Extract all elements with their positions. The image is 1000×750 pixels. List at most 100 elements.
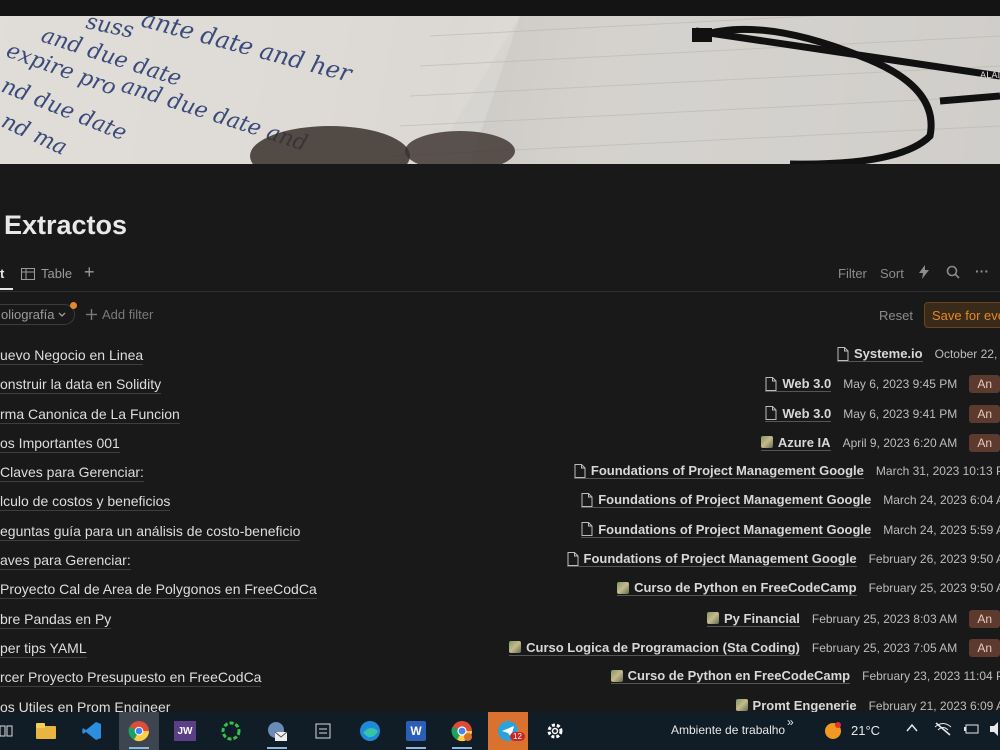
entry-title[interactable]: os Importantes 001 (0, 435, 120, 453)
plus-icon (86, 309, 97, 320)
source-relation-link[interactable]: Foundations of Project Management Google (573, 463, 864, 480)
created-date: February 26, 2023 9:50 AM (868, 552, 1000, 567)
page-icon (581, 492, 593, 507)
task-view-icon[interactable] (0, 712, 26, 750)
filter-button[interactable]: Filter (838, 266, 867, 281)
chrome-profile-icon[interactable] (442, 712, 482, 750)
list-item[interactable]: eguntas guía para un análisis de costo-b… (0, 518, 1000, 547)
entry-properties: Azure IA April 9, 2023 6:20 AM An (760, 433, 1000, 452)
chevron-up-icon[interactable] (906, 722, 918, 736)
battery-icon[interactable] (964, 723, 980, 738)
entry-title[interactable]: Claves para Gerenciar: (0, 464, 144, 483)
source-relation-link[interactable]: Py Financial (707, 611, 800, 627)
list-item[interactable]: onstruir la data en Solidity Web 3.0 May 6… (0, 371, 1000, 400)
source-label: Curso Logica de Programacion (Sta Coding… (526, 639, 800, 655)
telegram-icon[interactable]: 12 (488, 712, 528, 750)
jw-app-icon[interactable]: JW (165, 712, 205, 750)
list-item[interactable]: bre Pandas en Py Py Financial February 25,… (0, 606, 1000, 635)
entry-title[interactable]: uevo Negocio en Linea (0, 347, 144, 365)
sort-button[interactable]: Sort (880, 266, 904, 281)
entry-title[interactable]: onstruir la data en Solidity (0, 376, 162, 395)
vscode-icon[interactable] (72, 712, 112, 750)
entry-title[interactable]: Proyecto Cal de Area de Polygonos en Fre… (0, 581, 317, 600)
source-relation-link[interactable]: Web 3.0 (765, 376, 832, 393)
entry-title[interactable]: rma Canonica de La Funcion (0, 406, 180, 424)
chevron-down-icon (59, 312, 66, 317)
source-relation-link[interactable]: Curso de Python en FreeCodeCamp (617, 580, 857, 597)
reset-button[interactable]: Reset (879, 308, 913, 323)
entry-properties: Curso Logica de Programacion (Sta Coding… (509, 638, 1000, 657)
weather-icon[interactable] (823, 721, 843, 744)
tab-table[interactable]: Table (21, 266, 72, 281)
more-options-button[interactable]: ··· (975, 263, 989, 279)
created-date: March 24, 2023 6:04 AM (883, 493, 1000, 508)
desktop-label[interactable]: Ambiente de trabalho (671, 723, 785, 737)
status-tag: An (969, 404, 1000, 423)
page-icon (765, 376, 777, 391)
source-label: Web 3.0 (782, 405, 832, 421)
chevron-icon[interactable]: » (787, 715, 794, 729)
spinner-app-icon[interactable] (211, 712, 251, 750)
cover-image: suss ante date and her and due date expi… (0, 16, 1000, 164)
list-item[interactable]: Claves para Gerenciar: Foundations of Pro… (0, 459, 1000, 488)
source-relation-link[interactable]: Foundations of Project Management Google (581, 522, 872, 538)
source-relation-link[interactable]: Foundations of Project Management Google (581, 492, 872, 509)
created-date: March 24, 2023 5:59 AM (883, 522, 1000, 537)
list-item[interactable]: uevo Negocio en Linea Systeme.io October 2… (0, 342, 1000, 371)
page-icon (765, 406, 777, 421)
file-explorer-icon[interactable] (26, 712, 66, 750)
weather-temp[interactable]: 21°C (851, 723, 880, 738)
list-item[interactable]: per tips YAML Curso Logica de Programacio… (0, 635, 1000, 664)
list-item[interactable]: rcer Proyecto Presupuesto en FreeCodCa Cu… (0, 664, 1000, 693)
source-label: Curso de Python en FreeCodeCamp (634, 580, 857, 596)
network-off-icon[interactable] (934, 722, 952, 739)
source-relation-link[interactable]: Azure IA (760, 434, 831, 451)
page-icon (574, 463, 586, 478)
source-relation-link[interactable]: Foundations of Project Management Google (566, 551, 857, 568)
source-relation-link[interactable]: Curso Logica de Programacion (Sta Coding… (509, 640, 800, 656)
notepad-icon[interactable] (303, 712, 343, 750)
entry-title[interactable]: bre Pandas en Py (0, 611, 112, 629)
entry-title[interactable]: lculo de costos y beneficios (0, 493, 171, 512)
save-view-button[interactable]: Save for eve (924, 302, 1000, 328)
created-date: February 25, 2023 8:03 AM (811, 611, 958, 626)
search-icon[interactable] (946, 265, 960, 279)
status-tag: An (969, 375, 1000, 394)
add-filter-button[interactable]: Add filter (86, 307, 153, 322)
source-relation-link[interactable]: Systeme.io (836, 346, 923, 362)
page-image-icon (707, 612, 719, 625)
add-filter-label: Add filter (102, 307, 154, 322)
created-date: May 6, 2023 9:41 PM (843, 406, 958, 421)
list-item[interactable]: aves para Gerenciar: Foundations of Proje… (0, 547, 1000, 576)
edge-icon[interactable] (350, 712, 390, 750)
page-icon (581, 522, 593, 537)
add-view-button[interactable]: + (84, 262, 95, 283)
source-label: Foundations of Project Management Google (583, 551, 857, 567)
source-label: Curso de Python en FreeCodeCamp (627, 668, 851, 684)
filter-chip[interactable]: oliografía (0, 302, 78, 325)
tab-list-label: t (0, 266, 5, 281)
entry-properties: Curso de Python en FreeCodeCamp February … (617, 580, 1000, 597)
filter-chip-label: oliografía (1, 307, 55, 322)
entry-title[interactable]: rcer Proyecto Presupuesto en FreeCodCa (0, 669, 262, 688)
top-strip (0, 0, 1000, 16)
page-image-icon (617, 581, 630, 594)
list-item[interactable]: os Importantes 001 Azure IA April 9, 2023 … (0, 430, 1000, 459)
mail-app-icon[interactable] (257, 712, 297, 750)
source-relation-link[interactable]: Curso de Python en FreeCodeCamp (610, 668, 851, 685)
source-label: Azure IA (777, 434, 831, 450)
tab-table-label: Table (41, 266, 73, 281)
entry-title[interactable]: per tips YAML (0, 640, 87, 658)
list-item[interactable]: rma Canonica de La Funcion Web 3.0 May 6, … (0, 401, 1000, 430)
settings-icon[interactable] (535, 712, 575, 750)
tab-list[interactable]: t (0, 266, 4, 281)
entry-title[interactable]: aves para Gerenciar: (0, 552, 131, 571)
lightning-icon[interactable] (919, 265, 929, 279)
word-icon[interactable]: W (396, 712, 436, 750)
list-item[interactable]: Proyecto Cal de Area de Polygonos en Fre… (0, 576, 1000, 605)
source-relation-link[interactable]: Web 3.0 (765, 405, 832, 422)
entry-title[interactable]: eguntas guía para un análisis de costo-b… (0, 523, 301, 541)
chrome-icon[interactable] (119, 712, 159, 750)
list-item[interactable]: lculo de costos y beneficios Foundations … (0, 488, 1000, 517)
volume-icon[interactable] (990, 722, 1000, 739)
